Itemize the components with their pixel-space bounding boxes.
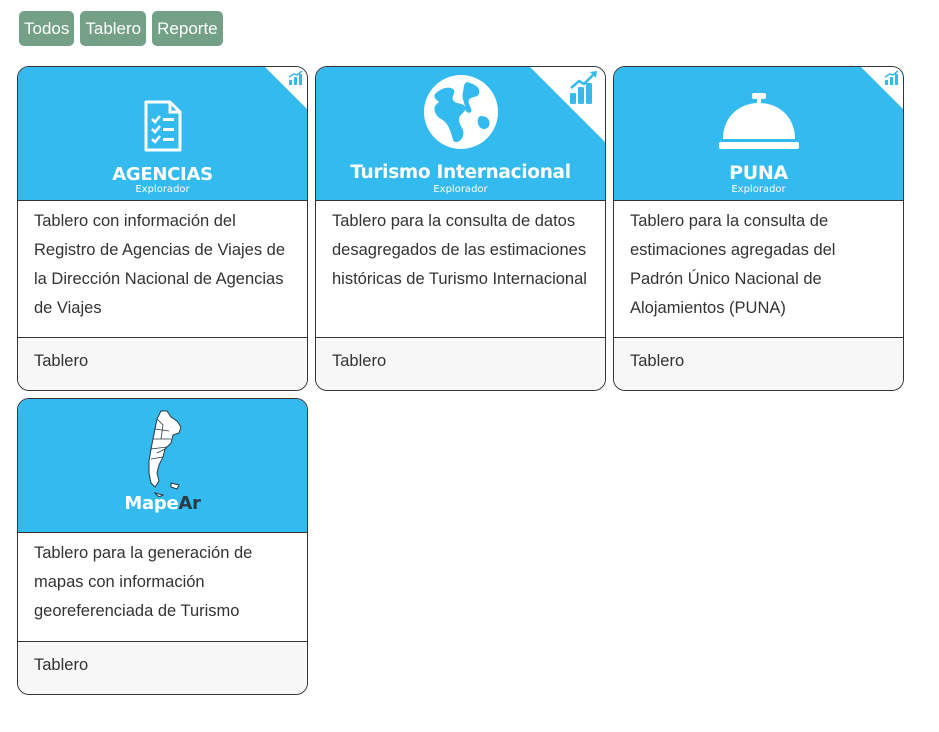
- filter-bar: Todos Tablero Reporte: [19, 11, 223, 46]
- card-footer: Tablero: [316, 338, 605, 390]
- card-agencias[interactable]: AGENCIAS Explorador Tablero con informac…: [17, 66, 308, 391]
- chart-growth-icon: [884, 70, 899, 85]
- filter-tablero-button[interactable]: Tablero: [80, 11, 147, 46]
- card-title: Turismo Internacional: [350, 162, 571, 183]
- card-description: Tablero para la consulta de datos desagr…: [316, 201, 605, 338]
- card-puna[interactable]: PUNA Explorador Tablero para la consulta…: [613, 66, 904, 391]
- card-footer: Tablero: [18, 338, 307, 390]
- checklist-icon: [144, 100, 181, 152]
- chart-growth-icon: [288, 70, 303, 85]
- service-bell-icon: [718, 93, 799, 149]
- card-banner: PUNA Explorador: [614, 67, 903, 201]
- card-banner: MapeAr: [18, 399, 307, 533]
- card-mapear[interactable]: MapeAr Tablero para la generación de map…: [17, 398, 308, 695]
- card-title: MapeAr: [18, 493, 307, 514]
- card-title-part-ar: Ar: [178, 493, 201, 514]
- card-banner: AGENCIAS Explorador: [18, 67, 307, 201]
- chart-growth-icon: [570, 71, 597, 104]
- argentina-map-icon: [148, 410, 182, 497]
- card-title: PUNA: [729, 162, 788, 184]
- card-footer: Tablero: [18, 642, 307, 694]
- card-description: Tablero para la consulta de estimaciones…: [614, 201, 903, 338]
- card-subtitle: Explorador: [135, 184, 190, 195]
- card-banner: Turismo Internacional Explorador: [316, 67, 605, 201]
- filter-todos-button[interactable]: Todos: [19, 11, 75, 46]
- filter-reporte-button[interactable]: Reporte: [152, 11, 223, 46]
- card-footer: Tablero: [614, 338, 903, 390]
- card-subtitle: Explorador: [731, 184, 786, 195]
- card-subtitle: Explorador: [433, 184, 488, 195]
- globe-icon: [423, 75, 498, 149]
- card-title-part-mape: Mape: [124, 493, 179, 514]
- card-title: AGENCIAS: [112, 164, 213, 185]
- card-turismo-internacional[interactable]: Turismo Internacional Explorador Tablero…: [315, 66, 606, 391]
- card-description: Tablero con información del Registro de …: [18, 201, 307, 338]
- card-description: Tablero para la generación de mapas con …: [18, 533, 307, 642]
